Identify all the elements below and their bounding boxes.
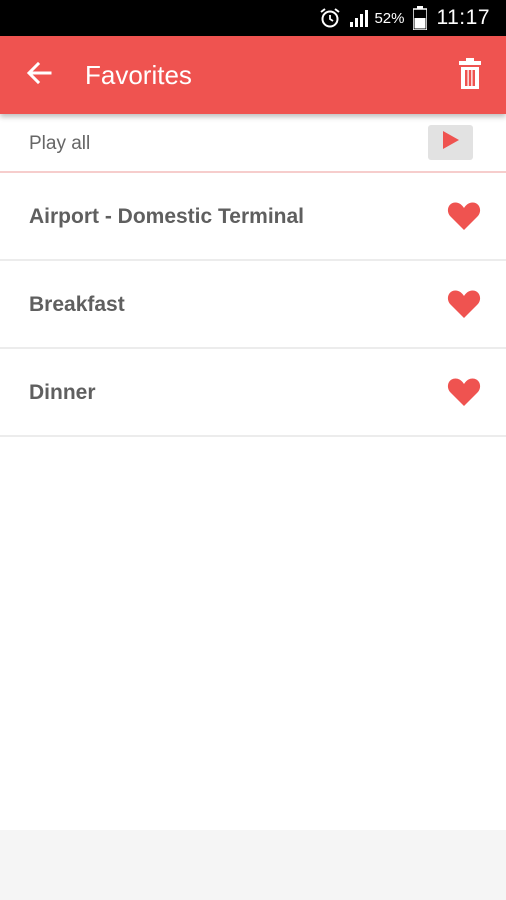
- alarm-icon: [319, 7, 341, 29]
- battery-icon: [412, 6, 427, 30]
- battery-percent: 52%: [374, 9, 405, 27]
- play-icon: [442, 130, 460, 155]
- list-item-label: Breakfast: [29, 293, 125, 316]
- list-item[interactable]: Airport - Domestic Terminal: [0, 173, 506, 261]
- back-button[interactable]: [18, 54, 60, 96]
- clock: 11:17: [436, 6, 490, 29]
- heart-icon[interactable]: [446, 287, 482, 321]
- arrow-left-icon: [26, 61, 52, 90]
- play-all-label: Play all: [29, 133, 91, 154]
- page-title: Favorites: [85, 60, 192, 90]
- heart-icon[interactable]: [446, 199, 482, 233]
- list-item-label: Dinner: [29, 381, 96, 404]
- delete-button[interactable]: [448, 54, 492, 98]
- play-all-row: Play all: [0, 114, 506, 173]
- signal-icon: [349, 8, 371, 28]
- favorites-list: Play all Airport - Domestic Terminal Bre…: [0, 114, 506, 830]
- list-item[interactable]: Dinner: [0, 349, 506, 437]
- trash-icon: [458, 57, 482, 95]
- heart-icon[interactable]: [446, 375, 482, 409]
- play-all-button[interactable]: [428, 125, 473, 160]
- list-item-label: Airport - Domestic Terminal: [29, 205, 304, 228]
- list-item[interactable]: Breakfast: [0, 261, 506, 349]
- app-bar: Favorites: [0, 36, 506, 114]
- status-bar: 52% 11:17: [0, 0, 506, 36]
- bottom-area: [0, 830, 506, 900]
